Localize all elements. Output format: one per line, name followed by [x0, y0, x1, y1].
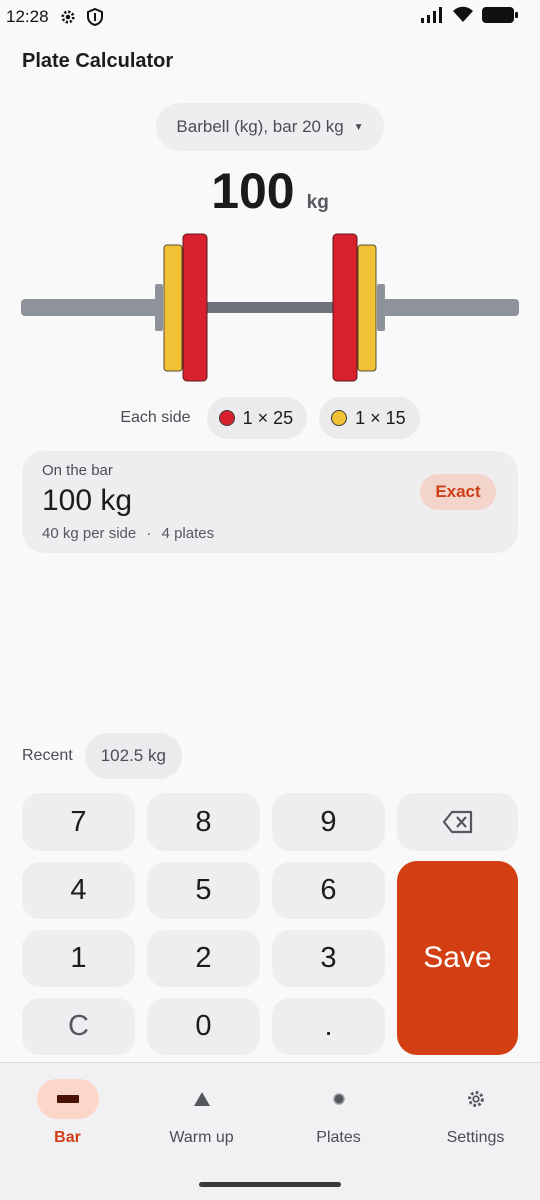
target-weight-unit: kg — [306, 192, 329, 213]
gear-icon — [467, 1091, 484, 1107]
exact-badge: Exact — [420, 474, 496, 510]
battery-icon — [482, 6, 518, 29]
page-title: Plate Calculator — [22, 50, 174, 72]
nav-active-indicator — [36, 1079, 99, 1119]
key-decimal[interactable]: . — [272, 998, 385, 1055]
nav-icon-wrap — [308, 1079, 370, 1119]
plate-dot-icon — [332, 1093, 345, 1105]
status-bar: 12:28 — [0, 0, 540, 34]
barbell-illustration — [21, 233, 519, 382]
collar-right — [377, 284, 385, 331]
key-clear[interactable]: C — [22, 998, 135, 1055]
nav-label: Settings — [446, 1129, 505, 1146]
key-5[interactable]: 5 — [147, 862, 260, 919]
separator-dot: · — [146, 525, 152, 542]
key-9[interactable]: 9 — [272, 793, 385, 851]
plate-chip-label: 1 × 15 — [355, 407, 406, 428]
plate-yellow-left — [163, 244, 183, 372]
nav-item-plates[interactable]: Plates — [271, 1079, 406, 1147]
key-8[interactable]: 8 — [147, 793, 260, 851]
equipment-select[interactable]: Barbell (kg), bar 20 kg ▼ — [156, 103, 384, 151]
recent-row: Recent 102.5 kg — [22, 733, 182, 779]
on-the-bar-card: On the bar 100 kg 40 kg per side · 4 pla… — [22, 451, 518, 553]
on-the-bar-caption: On the bar — [42, 462, 113, 479]
save-button[interactable]: Save — [397, 861, 518, 1055]
key-7[interactable]: 7 — [22, 793, 135, 851]
signal-icon — [420, 6, 444, 28]
bar-grip — [205, 302, 335, 313]
backspace-button[interactable] — [397, 793, 518, 851]
plate-chip-15[interactable]: 1 × 15 — [319, 397, 420, 439]
yellow-plate-dot-icon — [331, 410, 348, 426]
key-6[interactable]: 6 — [272, 862, 385, 919]
bottom-navigation: Bar Warm up Plates Settings — [0, 1062, 540, 1200]
bar-shaft-left — [21, 299, 161, 316]
triangle-icon — [193, 1092, 210, 1106]
target-weight-value: 100 — [211, 163, 295, 219]
nav-icon-wrap — [445, 1079, 507, 1119]
nav-item-bar[interactable]: Bar — [0, 1079, 135, 1147]
key-4[interactable]: 4 — [22, 862, 135, 919]
nav-label: Bar — [54, 1129, 81, 1146]
key-3[interactable]: 3 — [272, 930, 385, 987]
plate-count-text: 4 plates — [161, 525, 215, 542]
collar-left — [155, 284, 163, 331]
each-side-label: Each side — [120, 409, 191, 426]
on-the-bar-details: 40 kg per side · 4 plates — [42, 525, 214, 542]
recent-label: Recent — [22, 747, 73, 764]
each-side-row: Each side 1 × 25 1 × 15 — [0, 397, 540, 439]
key-0[interactable]: 0 — [147, 998, 260, 1055]
bar-shaft-right — [380, 299, 519, 316]
plate-chip-25[interactable]: 1 × 25 — [206, 397, 308, 439]
plate-yellow-right — [357, 244, 377, 372]
plate-chip-label: 1 × 25 — [242, 407, 294, 428]
recent-chip[interactable]: 102.5 kg — [84, 733, 182, 779]
backspace-icon — [442, 810, 472, 834]
nav-icon-wrap — [171, 1079, 233, 1119]
key-2[interactable]: 2 — [147, 930, 260, 987]
wifi-icon — [452, 6, 474, 28]
nav-label: Warm up — [169, 1129, 234, 1146]
nav-item-warm-up[interactable]: Warm up — [134, 1079, 269, 1147]
target-weight: 100 kg — [0, 162, 540, 220]
red-plate-dot-icon — [218, 410, 235, 426]
clock: 12:28 — [6, 7, 49, 26]
equipment-select-value: Barbell (kg), bar 20 kg — [176, 117, 344, 136]
plate-red-left — [182, 233, 208, 382]
key-1[interactable]: 1 — [22, 930, 135, 987]
on-the-bar-value: 100 kg — [42, 484, 133, 517]
shield-icon — [86, 8, 103, 26]
nav-item-settings[interactable]: Settings — [408, 1079, 540, 1147]
nav-label: Plates — [316, 1129, 361, 1146]
dropdown-caret-icon: ▼ — [353, 121, 364, 133]
barbell-icon — [56, 1095, 79, 1103]
settings-gear-status-icon — [59, 8, 77, 26]
home-indicator[interactable] — [199, 1182, 341, 1187]
plate-red-right — [332, 233, 358, 382]
per-side-text: 40 kg per side — [42, 525, 137, 542]
